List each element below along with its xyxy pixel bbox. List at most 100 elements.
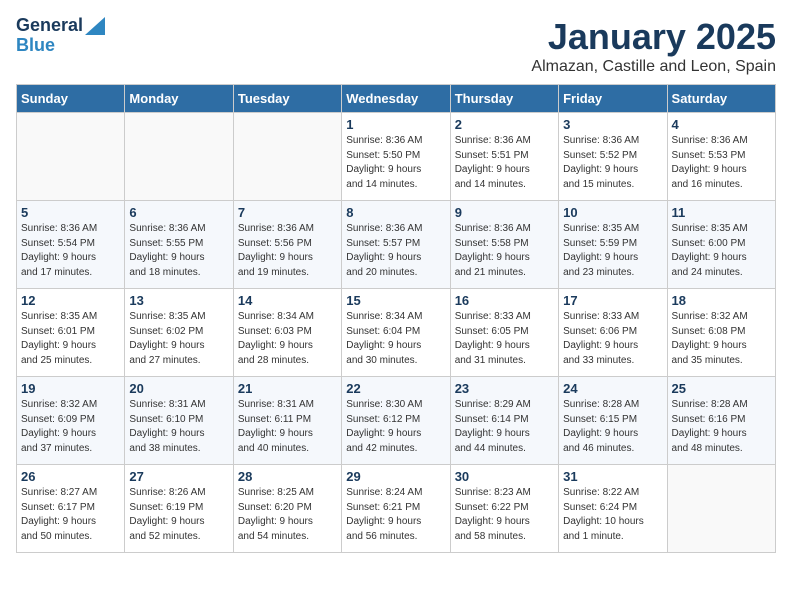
day-number: 31 [563,469,662,484]
day-number: 2 [455,117,554,132]
day-info: Sunrise: 8:36 AM Sunset: 5:54 PM Dayligh… [21,222,120,280]
day-number: 18 [672,293,771,308]
week-row-3: 19 Sunrise: 8:32 AM Sunset: 6:09 PM Dayli… [17,377,776,465]
day-number: 11 [672,205,771,220]
calendar-cell: 5 Sunrise: 8:36 AM Sunset: 5:54 PM Daylig… [17,201,125,289]
day-number: 1 [346,117,445,132]
header-saturday: Saturday [667,85,775,113]
day-info: Sunrise: 8:35 AM Sunset: 6:01 PM Dayligh… [21,310,120,368]
calendar-cell: 12 Sunrise: 8:35 AM Sunset: 6:01 PM Dayli… [17,289,125,377]
day-info: Sunrise: 8:32 AM Sunset: 6:09 PM Dayligh… [21,398,120,456]
day-number: 14 [238,293,337,308]
day-number: 26 [21,469,120,484]
calendar-table: SundayMondayTuesdayWednesdayThursdayFrid… [16,84,776,553]
day-info: Sunrise: 8:36 AM Sunset: 5:51 PM Dayligh… [455,134,554,192]
calendar-cell: 13Sunrise: 8:35 AM Sunset: 6:02 PM Dayli… [125,289,233,377]
day-info: Sunrise: 8:22 AM Sunset: 6:24 PM Dayligh… [563,486,662,544]
day-info: Sunrise: 8:26 AM Sunset: 6:19 PM Dayligh… [129,486,228,544]
day-info: Sunrise: 8:36 AM Sunset: 5:50 PM Dayligh… [346,134,445,192]
day-info: Sunrise: 8:28 AM Sunset: 6:16 PM Dayligh… [672,398,771,456]
day-number: 9 [455,205,554,220]
day-info: Sunrise: 8:31 AM Sunset: 6:10 PM Dayligh… [129,398,228,456]
day-info: Sunrise: 8:36 AM Sunset: 5:56 PM Dayligh… [238,222,337,280]
page-header: General Blue January 2025 Almazan, Casti… [16,16,776,76]
day-info: Sunrise: 8:28 AM Sunset: 6:15 PM Dayligh… [563,398,662,456]
calendar-body: 1 Sunrise: 8:36 AM Sunset: 5:50 PM Daylig… [17,113,776,553]
calendar-cell: 31 Sunrise: 8:22 AM Sunset: 6:24 PM Dayli… [559,465,667,553]
day-info: Sunrise: 8:35 AM Sunset: 5:59 PM Dayligh… [563,222,662,280]
week-row-2: 12 Sunrise: 8:35 AM Sunset: 6:01 PM Dayli… [17,289,776,377]
calendar-cell: 29 Sunrise: 8:24 AM Sunset: 6:21 PM Dayli… [342,465,450,553]
calendar-cell [233,113,341,201]
day-number: 27 [129,469,228,484]
calendar-cell: 16 Sunrise: 8:33 AM Sunset: 6:05 PM Dayli… [450,289,558,377]
header-sunday: Sunday [17,85,125,113]
day-number: 5 [21,205,120,220]
calendar-cell: 2 Sunrise: 8:36 AM Sunset: 5:51 PM Daylig… [450,113,558,201]
calendar-cell: 28Sunrise: 8:25 AM Sunset: 6:20 PM Dayli… [233,465,341,553]
calendar-cell: 14 Sunrise: 8:34 AM Sunset: 6:03 PM Dayli… [233,289,341,377]
calendar-cell: 8Sunrise: 8:36 AM Sunset: 5:57 PM Daylig… [342,201,450,289]
day-number: 3 [563,117,662,132]
day-number: 24 [563,381,662,396]
day-number: 4 [672,117,771,132]
calendar-cell: 21Sunrise: 8:31 AM Sunset: 6:11 PM Dayli… [233,377,341,465]
day-info: Sunrise: 8:27 AM Sunset: 6:17 PM Dayligh… [21,486,120,544]
day-info: Sunrise: 8:34 AM Sunset: 6:04 PM Dayligh… [346,310,445,368]
day-number: 19 [21,381,120,396]
day-number: 12 [21,293,120,308]
day-number: 22 [346,381,445,396]
day-info: Sunrise: 8:36 AM Sunset: 5:58 PM Dayligh… [455,222,554,280]
calendar-cell: 15 Sunrise: 8:34 AM Sunset: 6:04 PM Dayli… [342,289,450,377]
day-number: 13 [129,293,228,308]
calendar-cell: 3 Sunrise: 8:36 AM Sunset: 5:52 PM Daylig… [559,113,667,201]
calendar-title: January 2025 [531,16,776,58]
day-info: Sunrise: 8:23 AM Sunset: 6:22 PM Dayligh… [455,486,554,544]
day-info: Sunrise: 8:35 AM Sunset: 6:00 PM Dayligh… [672,222,771,280]
logo-text-general: General [16,16,83,36]
day-number: 16 [455,293,554,308]
day-number: 15 [346,293,445,308]
calendar-cell: 7 Sunrise: 8:36 AM Sunset: 5:56 PM Daylig… [233,201,341,289]
calendar-cell: 4 Sunrise: 8:36 AM Sunset: 5:53 PM Daylig… [667,113,775,201]
calendar-cell: 26 Sunrise: 8:27 AM Sunset: 6:17 PM Dayli… [17,465,125,553]
day-number: 21 [238,381,337,396]
calendar-cell: 24 Sunrise: 8:28 AM Sunset: 6:15 PM Dayli… [559,377,667,465]
header-wednesday: Wednesday [342,85,450,113]
day-info: Sunrise: 8:34 AM Sunset: 6:03 PM Dayligh… [238,310,337,368]
day-info: Sunrise: 8:24 AM Sunset: 6:21 PM Dayligh… [346,486,445,544]
title-block: January 2025 Almazan, Castille and Leon,… [531,16,776,76]
header-row: SundayMondayTuesdayWednesdayThursdayFrid… [17,85,776,113]
calendar-cell: 6 Sunrise: 8:36 AM Sunset: 5:55 PM Daylig… [125,201,233,289]
day-info: Sunrise: 8:33 AM Sunset: 6:06 PM Dayligh… [563,310,662,368]
day-number: 17 [563,293,662,308]
day-number: 7 [238,205,337,220]
week-row-1: 5 Sunrise: 8:36 AM Sunset: 5:54 PM Daylig… [17,201,776,289]
calendar-cell: 27 Sunrise: 8:26 AM Sunset: 6:19 PM Dayli… [125,465,233,553]
day-info: Sunrise: 8:29 AM Sunset: 6:14 PM Dayligh… [455,398,554,456]
day-info: Sunrise: 8:36 AM Sunset: 5:52 PM Dayligh… [563,134,662,192]
calendar-cell: 9 Sunrise: 8:36 AM Sunset: 5:58 PM Daylig… [450,201,558,289]
day-info: Sunrise: 8:36 AM Sunset: 5:55 PM Dayligh… [129,222,228,280]
day-number: 29 [346,469,445,484]
calendar-subtitle: Almazan, Castille and Leon, Spain [531,58,776,76]
logo: General Blue [16,16,105,56]
day-number: 23 [455,381,554,396]
calendar-cell: 30 Sunrise: 8:23 AM Sunset: 6:22 PM Dayli… [450,465,558,553]
day-info: Sunrise: 8:30 AM Sunset: 6:12 PM Dayligh… [346,398,445,456]
day-info: Sunrise: 8:36 AM Sunset: 5:53 PM Dayligh… [672,134,771,192]
day-number: 20 [129,381,228,396]
calendar-cell: 19 Sunrise: 8:32 AM Sunset: 6:09 PM Dayli… [17,377,125,465]
day-number: 30 [455,469,554,484]
day-number: 8 [346,205,445,220]
day-number: 10 [563,205,662,220]
week-row-4: 26 Sunrise: 8:27 AM Sunset: 6:17 PM Dayli… [17,465,776,553]
header-thursday: Thursday [450,85,558,113]
day-number: 6 [129,205,228,220]
day-info: Sunrise: 8:33 AM Sunset: 6:05 PM Dayligh… [455,310,554,368]
header-monday: Monday [125,85,233,113]
header-tuesday: Tuesday [233,85,341,113]
day-number: 25 [672,381,771,396]
calendar-cell: 22 Sunrise: 8:30 AM Sunset: 6:12 PM Dayli… [342,377,450,465]
calendar-cell: 25 Sunrise: 8:28 AM Sunset: 6:16 PM Dayli… [667,377,775,465]
